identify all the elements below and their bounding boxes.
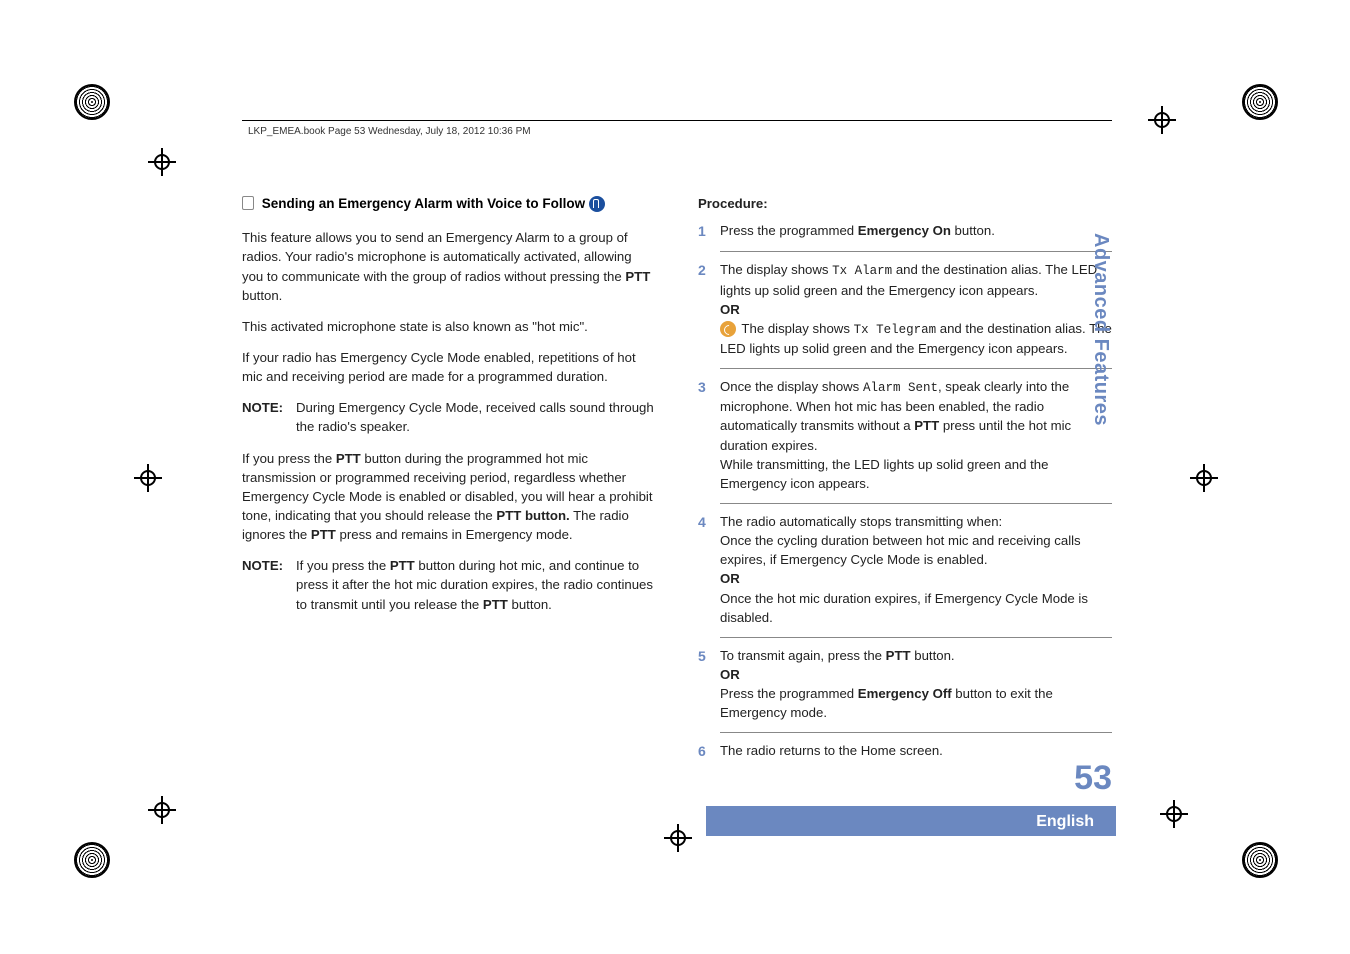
s3a: Once the display shows xyxy=(720,379,863,394)
s1a: Press the programmed xyxy=(720,223,858,238)
step-3: 3 Once the display shows Alarm Sent, spe… xyxy=(698,377,1112,497)
step-6-body: The radio returns to the Home screen. xyxy=(720,741,1112,761)
s1-emon: Emergency On xyxy=(858,223,951,238)
step-3-body: Once the display shows Alarm Sent, speak… xyxy=(720,377,1112,493)
intro-text-1: This feature allows you to send an Emerg… xyxy=(242,230,632,283)
note-1-body: During Emergency Cycle Mode, received ca… xyxy=(296,398,656,436)
p4e: press and remains in Emergency mode. xyxy=(336,527,573,542)
s2-or: OR xyxy=(720,302,740,317)
page-number: 53 xyxy=(1074,759,1112,798)
s3-ptt: PTT xyxy=(914,418,939,433)
sep-1 xyxy=(720,251,1112,252)
s5-or: OR xyxy=(720,667,740,682)
intro-para-2: This activated microphone state is also … xyxy=(242,317,656,336)
step-4-body: The radio automatically stops transmitti… xyxy=(720,512,1112,627)
reg-mark-right xyxy=(1190,464,1218,492)
header-rule xyxy=(242,120,1112,121)
step-6-num: 6 xyxy=(698,741,720,761)
para-4: If you press the PTT button during the p… xyxy=(242,449,656,545)
s1b: button. xyxy=(951,223,995,238)
note-2-label: NOTE: xyxy=(242,556,296,613)
reg-mark-left-2 xyxy=(134,464,162,492)
intro-para-3: If your radio has Emergency Cycle Mode e… xyxy=(242,348,656,386)
s4-or: OR xyxy=(720,571,740,586)
language-label: English xyxy=(1036,813,1094,831)
signal-icon xyxy=(720,321,736,337)
note-1-label: NOTE: xyxy=(242,398,296,436)
n2-ptt1: PTT xyxy=(390,558,415,573)
step-5-num: 5 xyxy=(698,646,720,723)
sep-4 xyxy=(720,637,1112,638)
p4a: If you press the xyxy=(242,451,336,466)
reg-mark-top xyxy=(1148,106,1176,134)
step-5: 5 To transmit again, press the PTT butto… xyxy=(698,646,1112,727)
intro-tail-1: button. xyxy=(242,288,282,303)
step-4-num: 4 xyxy=(698,512,720,627)
s2c: The display shows xyxy=(738,321,854,336)
sep-5 xyxy=(720,732,1112,733)
step-4: 4 The radio automatically stops transmit… xyxy=(698,512,1112,631)
s4c: Once the hot mic duration expires, if Em… xyxy=(720,591,1088,625)
left-column: Sending an Emergency Alarm with Voice to… xyxy=(242,194,656,772)
side-tab: Advanced Features xyxy=(1082,220,1112,440)
s2-txalarm: Tx Alarm xyxy=(832,264,892,278)
step-6: 6 The radio returns to the Home screen. xyxy=(698,741,1112,765)
right-column: Procedure: 1 Press the programmed Emerge… xyxy=(698,194,1112,772)
s5-ptt: PTT xyxy=(886,648,911,663)
reg-mark-left-1 xyxy=(148,148,176,176)
print-corner-tr xyxy=(1242,84,1278,120)
step-3-num: 3 xyxy=(698,377,720,493)
n2a: If you press the xyxy=(296,558,390,573)
s5c: Press the programmed xyxy=(720,686,858,701)
section-title: Sending an Emergency Alarm with Voice to… xyxy=(262,196,585,211)
s3-alarm: Alarm Sent xyxy=(863,381,938,395)
step-1-num: 1 xyxy=(698,221,720,241)
s2a: The display shows xyxy=(720,262,832,277)
step-2: 2 The display shows Tx Alarm and the des… xyxy=(698,260,1112,362)
page-body: LKP_EMEA.book Page 53 Wednesday, July 18… xyxy=(242,120,1112,830)
page-icon xyxy=(242,196,254,210)
p4c: button. xyxy=(521,508,569,523)
step-2-body: The display shows Tx Alarm and the desti… xyxy=(720,260,1112,358)
s2-txtel: Tx Telegram xyxy=(854,323,937,337)
print-corner-bl xyxy=(74,842,110,878)
print-corner-br xyxy=(1242,842,1278,878)
intro-para-1: This feature allows you to send an Emerg… xyxy=(242,228,656,305)
step-2-num: 2 xyxy=(698,260,720,358)
step-5-body: To transmit again, press the PTT button.… xyxy=(720,646,1112,723)
s5a: To transmit again, press the xyxy=(720,648,886,663)
reg-mark-right-2 xyxy=(1160,800,1188,828)
step-1: 1 Press the programmed Emergency On butt… xyxy=(698,221,1112,245)
s4a: The radio automatically stops transmitti… xyxy=(720,514,1002,529)
s5-emoff: Emergency Off xyxy=(858,686,952,701)
note-2: NOTE: If you press the PTT button during… xyxy=(242,556,656,613)
s3d: While transmitting, the LED lights up so… xyxy=(720,457,1048,491)
p4-ptt2: PTT xyxy=(496,508,521,523)
reg-mark-left-3 xyxy=(148,796,176,824)
print-corner-tl xyxy=(74,84,110,120)
p4-ptt1: PTT xyxy=(336,451,361,466)
section-heading: Sending an Emergency Alarm with Voice to… xyxy=(242,194,656,214)
sep-2 xyxy=(720,368,1112,369)
n2-ptt2: PTT xyxy=(483,597,508,612)
sep-3 xyxy=(720,503,1112,504)
s5b: button. xyxy=(911,648,955,663)
ptt-bold: PTT xyxy=(625,269,650,284)
procedure-title: Procedure: xyxy=(698,194,1112,213)
note-2-body: If you press the PTT button during hot m… xyxy=(296,556,656,613)
note-1: NOTE: During Emergency Cycle Mode, recei… xyxy=(242,398,656,436)
p4-ptt3: PTT xyxy=(311,527,336,542)
s4b: Once the cycling duration between hot mi… xyxy=(720,533,1081,567)
n2c: button. xyxy=(508,597,552,612)
running-header: LKP_EMEA.book Page 53 Wednesday, July 18… xyxy=(248,126,531,137)
follow-icon xyxy=(589,196,605,212)
step-1-body: Press the programmed Emergency On button… xyxy=(720,221,1112,241)
